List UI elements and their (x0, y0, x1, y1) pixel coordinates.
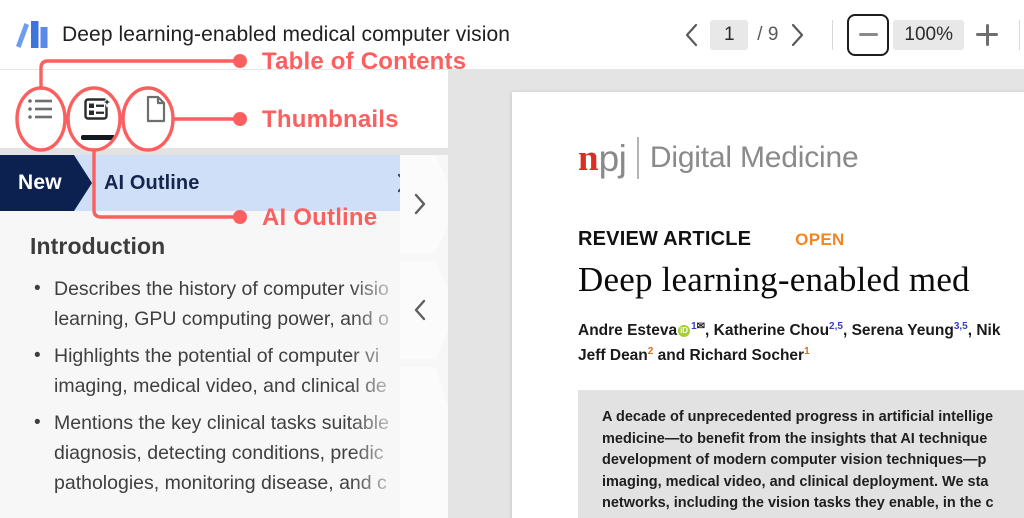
article-authors: Andre Esteva iD 1 ✉, Katherine Chou2,5, Ser… (578, 316, 1024, 366)
affiliation-marker: 1 (804, 346, 810, 358)
page-title: Deep learning-enabled medical computer v… (62, 22, 511, 46)
new-badge: New (0, 155, 92, 211)
journal-logo-pj: pj (598, 137, 627, 179)
zoom-level-value[interactable]: 100% (893, 19, 964, 50)
app-logo[interactable] (0, 0, 56, 70)
author-name: , Nik (967, 322, 1001, 340)
zoom-out-button[interactable] (847, 13, 890, 56)
page-total-label: / 9 (757, 23, 779, 45)
next-page-button[interactable] (780, 18, 814, 52)
journal-logo: n pj Digital Medicine (578, 136, 1024, 180)
chevron-left-icon (414, 299, 426, 321)
page-navigation: 1 / 9 (674, 18, 818, 52)
sidebar-item-table-of-contents[interactable] (18, 87, 62, 131)
affiliation-marker: 3,5 (953, 321, 968, 332)
article-title: Deep learning-enabled med (578, 260, 970, 299)
open-access-badge: OPEN (795, 230, 845, 249)
previous-page-button[interactable] (674, 18, 708, 52)
author-name: Jeff Dean (578, 347, 648, 365)
article-type: REVIEW ARTICLE (578, 228, 752, 250)
list-lines-icon (28, 99, 52, 119)
top-toolbar: Deep learning-enabled medical computer v… (0, 0, 1024, 70)
minus-icon (858, 33, 878, 36)
list-item[interactable]: Highlights the potential of computer vi … (30, 341, 436, 401)
zoom-controls: 100% (847, 13, 1006, 56)
current-page-input[interactable]: 1 (710, 19, 749, 50)
document-viewer[interactable]: n pj Digital Medicine REVIEW ARTICLE OPEN… (448, 70, 1024, 518)
article-kicker-row: REVIEW ARTICLE OPEN (578, 228, 1024, 251)
page-document-icon (146, 95, 166, 123)
sidebar-item-thumbnails[interactable] (134, 87, 178, 131)
outline-section-title: Introduction (30, 233, 166, 259)
list-item[interactable]: Describes the history of computer visio … (30, 274, 436, 334)
pdf-page: n pj Digital Medicine REVIEW ARTICLE OPEN… (512, 92, 1024, 518)
plus-icon (976, 23, 998, 46)
author-name: Andre Esteva (578, 322, 678, 340)
toolbar-divider-right (1019, 19, 1020, 50)
ai-outline-panel: New AI Outline Introduction Describes th… (0, 155, 448, 518)
chevron-right-icon (414, 193, 426, 215)
sidebar-item-ai-outline[interactable] (76, 87, 120, 140)
toolbar-divider (832, 19, 834, 50)
journal-logo-divider (637, 137, 639, 179)
author-name: , Serena Yeung (842, 322, 954, 340)
bar-chart-logo-icon (16, 20, 48, 48)
chevron-right-icon (791, 23, 803, 46)
panel-title: AI Outline (104, 171, 200, 194)
list-item[interactable]: Mentions the key clinical tasks suitable… (30, 408, 436, 498)
abstract-text: A decade of unprecedented progress in ar… (602, 409, 994, 512)
affiliation-marker: 2,5 (829, 321, 843, 332)
zoom-in-button[interactable] (968, 16, 1006, 54)
journal-name: Digital Medicine (649, 141, 859, 174)
abstract-box: A decade of unprecedented progress in ar… (578, 390, 1024, 518)
ai-outline-sparkle-icon (84, 95, 112, 120)
orcid-icon[interactable]: iD (678, 325, 691, 338)
panel-body[interactable]: Introduction Describes the history of co… (0, 211, 436, 518)
panel-expand-handle[interactable] (400, 155, 448, 253)
journal-logo-n: n (578, 137, 599, 179)
outline-bullet-list: Describes the history of computer visio … (30, 274, 436, 498)
email-icon: ✉ (696, 321, 706, 332)
pdf-reader-app: n pj Digital Medicine REVIEW ARTICLE OPEN… (0, 0, 1024, 518)
panel-collapse-handle[interactable] (400, 261, 448, 359)
panel-edge-lower (400, 367, 448, 518)
sidebar-icon-rail (0, 70, 448, 148)
author-name: , Katherine Chou (705, 322, 830, 340)
chevron-left-icon (685, 23, 697, 46)
panel-header: New AI Outline (0, 155, 436, 211)
author-name: and Richard Socher (653, 347, 805, 365)
